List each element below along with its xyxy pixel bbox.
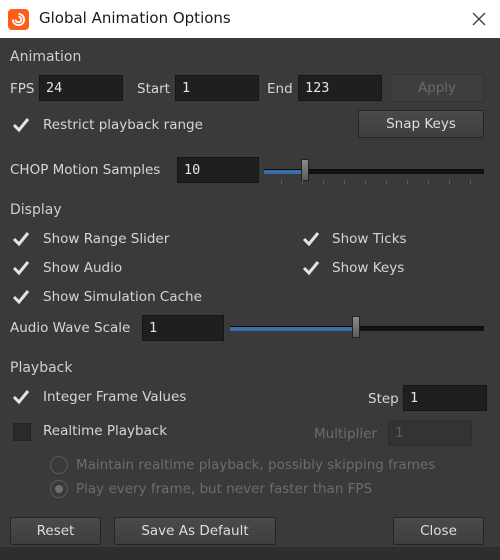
show-audio-label: Show Audio	[43, 260, 123, 276]
show-range-slider-checkbox[interactable]	[11, 229, 33, 249]
realtime-playback-checkbox[interactable]	[13, 423, 31, 441]
slider-tick	[344, 180, 345, 184]
close-button[interactable]: Close	[393, 517, 484, 545]
houdini-logo-icon	[8, 9, 29, 30]
slider-tick	[365, 180, 366, 184]
slider-tick	[407, 180, 408, 184]
playback-section-label: Playback	[10, 360, 73, 376]
maintain-realtime-radio[interactable]	[50, 456, 68, 474]
audio-wave-scale-label: Audio Wave Scale	[10, 320, 131, 336]
integer-frame-values-checkbox[interactable]	[11, 387, 33, 407]
display-section-label: Display	[10, 202, 62, 218]
checkmark-icon	[12, 118, 30, 133]
checkmark-icon	[302, 261, 320, 276]
title-bar: Global Animation Options	[0, 0, 500, 38]
slider-tick	[428, 180, 429, 184]
radio-selected-dot	[55, 485, 63, 493]
chop-motion-samples-label: CHOP Motion Samples	[10, 162, 161, 178]
step-label: Step	[368, 391, 399, 407]
checkmark-icon	[12, 290, 30, 305]
chop-slider-handle[interactable]	[301, 159, 309, 181]
show-sim-cache-label: Show Simulation Cache	[43, 289, 202, 305]
fps-field[interactable]: 24	[39, 75, 123, 101]
save-as-default-button[interactable]: Save As Default	[114, 517, 276, 545]
checkmark-icon	[12, 261, 30, 276]
audio-wave-slider-fill	[230, 327, 356, 331]
integer-frame-values-label: Integer Frame Values	[43, 389, 187, 405]
slider-tick	[281, 180, 282, 184]
show-sim-cache-checkbox[interactable]	[11, 287, 33, 307]
restrict-range-label: Restrict playback range	[43, 117, 203, 133]
audio-wave-slider-handle[interactable]	[352, 316, 360, 338]
checkmark-icon	[12, 232, 30, 247]
show-ticks-label: Show Ticks	[332, 231, 407, 247]
realtime-playback-label: Realtime Playback	[43, 423, 168, 439]
reset-button[interactable]: Reset	[10, 517, 101, 545]
start-label: Start	[137, 81, 170, 97]
slider-tick	[323, 180, 324, 184]
multiplier-label: Multiplier	[314, 426, 377, 442]
audio-wave-scale-field[interactable]: 1	[142, 315, 224, 341]
chop-motion-samples-field[interactable]: 10	[177, 157, 259, 183]
apply-button[interactable]: Apply	[390, 74, 484, 102]
slider-tick	[386, 180, 387, 184]
maintain-realtime-label: Maintain realtime playback, possibly ski…	[76, 457, 436, 473]
show-keys-label: Show Keys	[332, 260, 405, 276]
chop-slider[interactable]	[264, 169, 484, 174]
fps-label: FPS	[10, 81, 35, 97]
close-icon[interactable]	[466, 6, 492, 32]
show-ticks-checkbox[interactable]	[301, 229, 323, 249]
checkmark-icon	[302, 232, 320, 247]
chop-slider-fill	[264, 170, 305, 174]
end-field[interactable]: 123	[298, 75, 382, 101]
show-keys-checkbox[interactable]	[301, 258, 323, 278]
show-range-slider-label: Show Range Slider	[43, 231, 170, 247]
snap-keys-button[interactable]: Snap Keys	[358, 110, 484, 138]
window-title: Global Animation Options	[39, 9, 231, 27]
slider-tick	[449, 180, 450, 184]
slider-tick	[470, 180, 471, 184]
end-label: End	[267, 81, 293, 97]
step-field[interactable]: 1	[403, 385, 487, 411]
play-every-frame-label: Play every frame, but never faster than …	[76, 481, 373, 497]
show-audio-checkbox[interactable]	[11, 258, 33, 278]
checkmark-icon	[12, 390, 30, 405]
window-bottom-edge	[0, 547, 500, 560]
multiplier-field[interactable]: 1	[388, 420, 472, 446]
play-every-frame-radio[interactable]	[50, 480, 68, 498]
slider-tick	[302, 180, 303, 184]
animation-section-label: Animation	[10, 49, 82, 65]
start-field[interactable]: 1	[175, 75, 259, 101]
restrict-range-checkbox[interactable]	[11, 115, 33, 135]
